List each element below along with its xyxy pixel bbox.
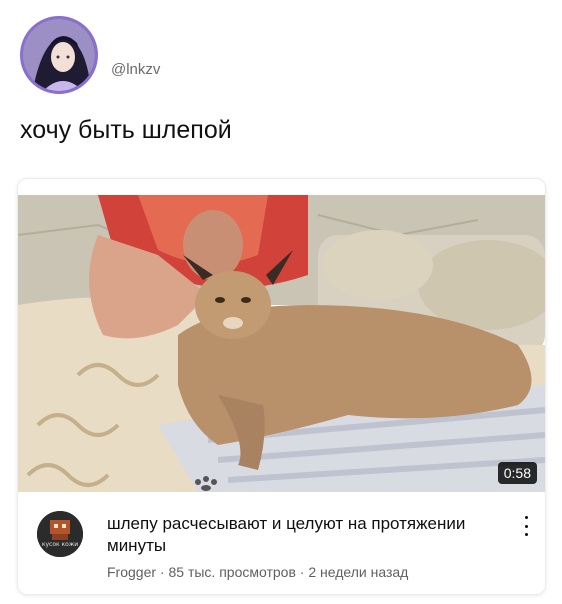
post-text: хочу быть шлепой — [20, 116, 232, 144]
video-duration: 0:58 — [497, 462, 537, 484]
meta-separator: · — [295, 564, 309, 580]
avatar-illustration — [23, 19, 95, 91]
more-vert-icon[interactable] — [519, 514, 533, 538]
profile-avatar[interactable] — [20, 16, 98, 94]
user-handle[interactable]: @lnkzv — [111, 61, 160, 78]
channel-avatar-image — [37, 511, 83, 557]
video-title[interactable]: шлепу расчесывают и целуют на протяжении… — [107, 513, 487, 557]
meta-separator: · — [156, 564, 169, 580]
channel-avatar[interactable]: кусок кожи — [37, 511, 83, 557]
view-count: 85 тыс. просмотров — [168, 564, 296, 580]
thumbnail-image — [18, 195, 545, 492]
video-meta: Frogger · 85 тыс. просмотров · 2 недели … — [107, 564, 408, 580]
channel-name[interactable]: Frogger — [107, 564, 156, 580]
video-thumbnail[interactable]: 0:58 — [18, 195, 545, 492]
channel-avatar-caption: кусок кожи — [41, 541, 79, 548]
video-card[interactable]: 0:58 кусок кожи шлепу расчесывают и целу… — [17, 178, 546, 595]
upload-age: 2 недели назад — [308, 564, 409, 580]
